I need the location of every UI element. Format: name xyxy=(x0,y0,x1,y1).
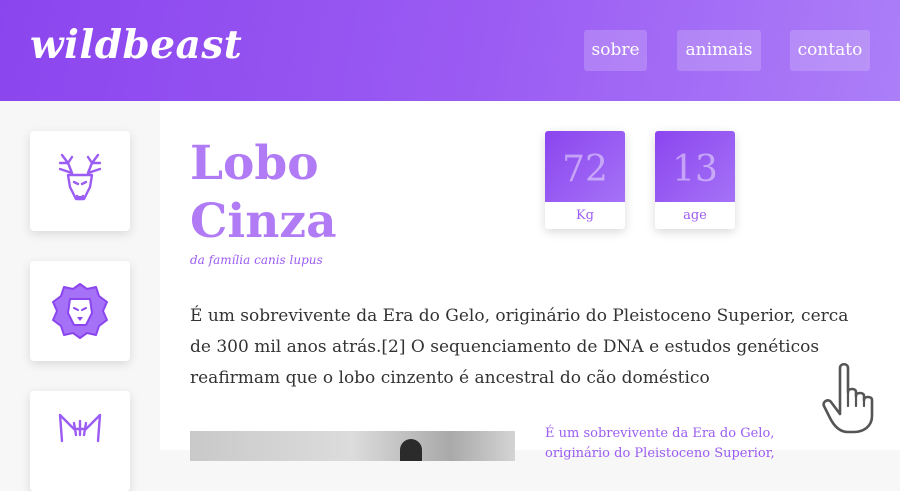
animal-name: Lobo Cinza xyxy=(190,135,337,251)
animal-photo xyxy=(190,431,515,461)
animal-sidebar xyxy=(0,101,160,491)
animal-card-lion[interactable] xyxy=(30,261,130,361)
stat-weight-label: Kg xyxy=(575,208,595,223)
nav-sobre[interactable]: sobre xyxy=(584,30,647,71)
stat-age-value: 13 xyxy=(655,131,735,202)
stat-age-label: age xyxy=(683,208,707,223)
photo-wolf-silhouette xyxy=(400,439,422,461)
header: wildbeast sobre animais contato xyxy=(0,0,900,101)
animal-card-deer[interactable] xyxy=(30,131,130,231)
animal-detail: Lobo Cinza da família canis lupus 72 Kg … xyxy=(160,101,900,461)
logo[interactable]: wildbeast xyxy=(30,26,242,65)
animal-name-line-1: Lobo xyxy=(190,136,319,191)
nav-animais[interactable]: animais xyxy=(677,30,761,71)
stat-age: 13 age xyxy=(655,131,735,229)
stat-weight-value: 72 xyxy=(545,131,625,202)
nav-contato[interactable]: contato xyxy=(790,30,870,71)
animal-side-text: É um sobrevivente da Era do Gelo, origin… xyxy=(545,426,775,461)
animal-description: É um sobrevivente da Era do Gelo, origin… xyxy=(190,306,849,388)
cat-icon xyxy=(58,413,102,443)
deer-icon xyxy=(58,153,102,201)
animal-family: da família canis lupus xyxy=(190,253,323,267)
stat-weight: 72 Kg xyxy=(545,131,625,229)
lion-icon xyxy=(52,283,108,339)
animal-card-cat[interactable] xyxy=(30,391,130,491)
animal-name-line-2: Cinza xyxy=(190,194,337,249)
